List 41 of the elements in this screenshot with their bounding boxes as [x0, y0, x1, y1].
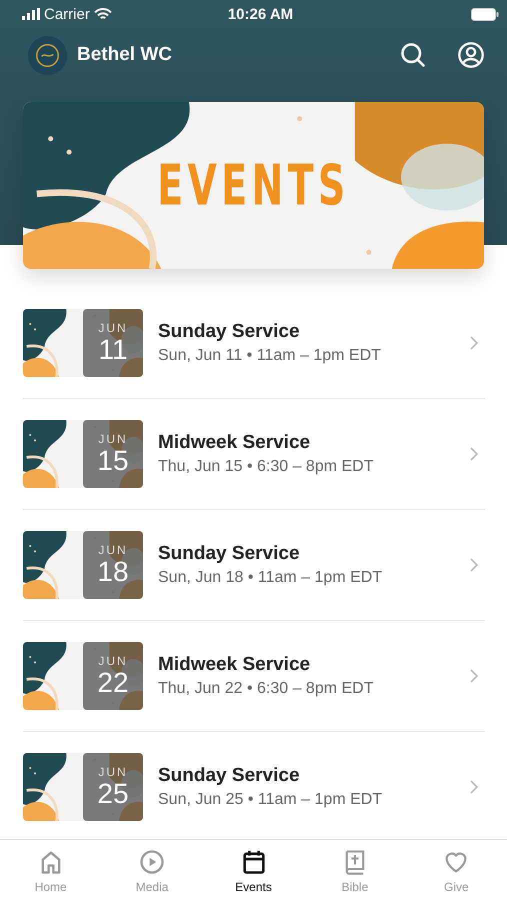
event-row[interactable]: JUN 15 Midweek Service Thu, Jun 15 • 6:30 – 8pm EDT: [23, 399, 485, 510]
play-icon: [138, 848, 166, 876]
event-month: JUN: [98, 765, 128, 779]
event-details: Thu, Jun 22 • 6:30 – 8pm EDT: [158, 680, 374, 698]
chevron-icon: [469, 336, 479, 350]
chevron-icon: [469, 780, 479, 794]
event-month: JUN: [98, 654, 128, 668]
event-row[interactable]: JUN 18 Sunday Service Sun, Jun 18 • 11am – 1pm EDT: [23, 510, 485, 621]
clock-time: 10:26 AM: [226, 6, 294, 22]
event-title: Sunday Service: [158, 765, 301, 787]
chevron-icon: [469, 558, 479, 572]
profile-icon[interactable]: [457, 41, 485, 69]
carrier-name: Carrier: [44, 6, 90, 22]
event-title: Midweek Service: [158, 654, 312, 676]
banner-title: EVENTS: [156, 153, 351, 218]
event-title: Midweek Service: [158, 432, 312, 454]
event-day: 15: [97, 446, 129, 476]
event-details: Thu, Jun 15 • 6:30 – 8pm EDT: [158, 458, 374, 476]
event-month: JUN: [98, 432, 128, 446]
event-details: Sun, Jun 18 • 11am – 1pm EDT: [158, 569, 384, 587]
chevron-icon: [469, 447, 479, 461]
signal-icon: [22, 8, 40, 20]
battery-icon: [471, 8, 499, 20]
event-row[interactable]: JUN 11 Sunday Service Sun, Jun 11 • 11am – 1pm EDT: [23, 288, 485, 399]
event-details: Sun, Jun 25 • 11am – 1pm EDT: [158, 791, 384, 809]
event-day: 25: [97, 779, 129, 809]
search-icon[interactable]: [399, 41, 427, 69]
event-title: Sunday Service: [158, 321, 301, 343]
event-title: Sunday Service: [158, 543, 301, 565]
event-day: 18: [97, 557, 129, 587]
event-day: 22: [97, 668, 129, 698]
chevron-icon: [469, 669, 479, 683]
app-title: Bethel WC: [77, 44, 173, 66]
tab-button[interactable]: Events: [202, 840, 304, 900]
event-month: JUN: [98, 321, 128, 335]
event-month: JUN: [98, 543, 128, 557]
wifi-icon: [94, 8, 112, 20]
event-details: Sun, Jun 11 • 11am – 1pm EDT: [158, 347, 382, 365]
logo-icon: [28, 36, 67, 74]
event-day: 11: [98, 335, 128, 365]
event-row[interactable]: JUN 22 Midweek Service Thu, Jun 22 • 6:30 – 8pm EDT: [23, 621, 485, 732]
